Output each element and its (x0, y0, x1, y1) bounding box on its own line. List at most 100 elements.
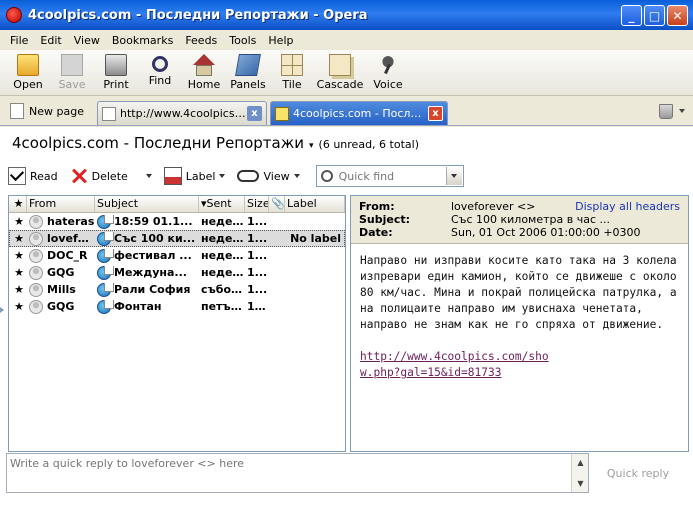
message-row[interactable]: ★ GQG Междуна... недел... 1... (9, 264, 345, 281)
message-from: lovefo... (47, 232, 95, 245)
column-attachment[interactable]: 📎 (269, 196, 285, 212)
mail-view: 4coolpics.com - Последни Репортажи ▾ (6 … (0, 127, 693, 518)
quick-find-field[interactable] (315, 165, 464, 187)
star-icon[interactable]: ★ (9, 215, 27, 228)
tab-close-button[interactable]: x (428, 106, 443, 121)
message-text: Направо ни изправи косите като така на 3… (360, 254, 677, 331)
chevron-down-icon[interactable] (293, 174, 300, 178)
menu-bookmarks[interactable]: Bookmarks (106, 34, 179, 47)
label-icon (163, 167, 182, 185)
message-size: 1... (247, 249, 268, 262)
chevron-down-icon[interactable] (145, 174, 152, 178)
voice-button[interactable]: Voice (366, 50, 410, 95)
microphone-icon (377, 54, 399, 76)
column-sent[interactable]: ▾Sent (199, 196, 245, 212)
message-subject: 18:59 01.1... (114, 215, 193, 228)
reader-pane[interactable]: From: loveforever <> Subject: Със 100 кило… (350, 195, 689, 452)
message-sent: съботн... (201, 283, 245, 296)
message-row-selected[interactable]: ★ lovefo... Със 100 ки... недел... 1... … (9, 230, 345, 247)
from-label: From: (359, 200, 395, 213)
person-icon (29, 265, 43, 280)
feed-item-icon (97, 214, 114, 229)
message-link[interactable]: http://www.4coolpics.com/show.php?gal=15… (360, 349, 560, 381)
subject-value: Със 100 километра в час ... (451, 213, 610, 226)
scroll-up-icon[interactable]: ▲ (572, 454, 589, 471)
cascade-icon (329, 54, 351, 76)
feed-item-icon (97, 248, 114, 263)
house-base-icon (196, 65, 212, 76)
chevron-down-icon[interactable] (219, 174, 226, 178)
search-icon (320, 170, 333, 182)
star-icon[interactable]: ★ (9, 266, 27, 279)
print-button[interactable]: Print (94, 50, 138, 95)
read-button[interactable]: Read (8, 167, 58, 185)
view-button[interactable]: View (237, 170, 300, 183)
message-subject: Рали София (114, 283, 191, 296)
floppy-icon (61, 54, 83, 76)
checkmark-icon (8, 167, 26, 185)
feed-dropdown-icon[interactable]: ▾ (309, 141, 314, 151)
tile-button[interactable]: Tile (270, 50, 314, 95)
open-button[interactable]: Open (6, 50, 50, 95)
title-bar[interactable]: 4coolpics.com - Последни Репортажи - Ope… (0, 0, 693, 30)
menu-tools[interactable]: Tools (223, 34, 262, 47)
cascade-button[interactable]: Cascade (314, 50, 366, 95)
column-from[interactable]: From (27, 196, 95, 212)
panels-button[interactable]: Panels (226, 50, 270, 95)
delete-button[interactable]: Delete (70, 167, 152, 185)
message-row[interactable]: ★ Mills Рали София съботн... 1... (9, 281, 345, 298)
column-star[interactable]: ★ (9, 196, 27, 212)
message-row[interactable]: ★ GQG Фонтан петък... 10... (9, 298, 345, 315)
column-label[interactable]: Label (285, 196, 345, 212)
close-button[interactable]: ✕ (667, 5, 688, 26)
message-sent: недел... (201, 215, 245, 228)
star-icon[interactable]: ★ (9, 249, 27, 262)
quick-reply-scrollbar[interactable]: ▲ ▼ (571, 454, 588, 492)
person-icon (29, 231, 43, 246)
label-button[interactable]: Label (163, 167, 226, 185)
feed-title: 4coolpics.com - Последни Репортажи (12, 134, 305, 152)
message-body: Направо ни изправи косите като така на 3… (351, 244, 688, 381)
tile-icon (281, 54, 303, 76)
star-icon[interactable]: ★ (9, 300, 27, 313)
message-row[interactable]: ★ DOC_R фестивал ... недел... 1... (9, 247, 345, 264)
menu-file[interactable]: File (4, 34, 34, 47)
find-button[interactable]: Find (138, 50, 182, 95)
star-icon[interactable]: ★ (9, 283, 27, 296)
display-all-headers-link[interactable]: Display all headers (575, 200, 680, 213)
menu-help[interactable]: Help (262, 34, 299, 47)
page-icon (102, 106, 116, 121)
feed-header: 4coolpics.com - Последни Репортажи ▾ (6 … (12, 134, 419, 152)
menu-view[interactable]: View (68, 34, 106, 47)
menu-bar: File Edit View Bookmarks Feeds Tools Hel… (0, 30, 693, 50)
splitter-handle[interactable] (0, 307, 4, 313)
message-row[interactable]: ★ hateras 18:59 01.1... недел... 1... (9, 213, 345, 230)
page-icon (10, 103, 24, 119)
column-size[interactable]: Size (245, 196, 269, 212)
magnifier-icon (152, 56, 168, 72)
message-list[interactable]: ★ From Subject ▾Sent Size 📎 Label ★ hate… (8, 195, 346, 452)
chevron-down-icon[interactable] (679, 109, 685, 113)
quick-find-input[interactable] (338, 169, 443, 183)
tab-url[interactable]: http://www.4coolpics.com/... x (97, 101, 267, 125)
quick-reply-button[interactable]: Quick reply (595, 458, 681, 488)
message-subject: Междуна... (114, 266, 187, 279)
trash-icon[interactable] (659, 104, 673, 119)
maximize-button[interactable]: □ (644, 5, 665, 26)
menu-feeds[interactable]: Feeds (179, 34, 223, 47)
column-subject[interactable]: Subject (95, 196, 199, 212)
scroll-down-icon[interactable]: ▼ (572, 475, 589, 492)
quick-find-dropdown[interactable] (445, 167, 462, 185)
save-button[interactable]: Save (50, 50, 94, 95)
menu-edit[interactable]: Edit (34, 34, 67, 47)
message-from: GQG (47, 266, 75, 279)
message-sent: недел... (201, 266, 245, 279)
new-page-button[interactable]: New page (10, 103, 84, 119)
minimize-button[interactable]: _ (621, 5, 642, 26)
tab-close-button[interactable]: x (247, 106, 262, 121)
tab-feed-active[interactable]: 4coolpics.com - Последни Репортажи x (270, 101, 448, 125)
home-button[interactable]: Home (182, 50, 226, 95)
star-icon[interactable]: ★ (9, 232, 27, 245)
feed-item-icon (97, 265, 114, 280)
quick-reply-input[interactable] (7, 454, 571, 492)
